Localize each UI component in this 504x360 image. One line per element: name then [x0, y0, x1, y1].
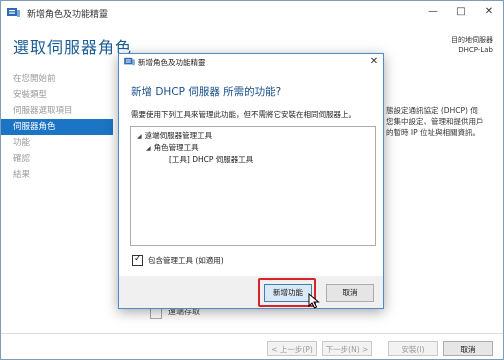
server-manager-icon	[124, 57, 135, 66]
nav-item-installation-type[interactable]: 安裝類型	[1, 87, 113, 103]
maximize-button[interactable]: □	[447, 1, 475, 23]
wizard-nav: 在您開始前 安裝類型 伺服器選取項目 伺服器角色 功能 確認 結果	[1, 71, 113, 183]
dialog-title: 新增角色及功能精靈	[138, 58, 206, 67]
feature-tree: ◢ 遠端伺服器管理工具 ◢ 角色管理工具 [工具] DHCP 伺服器工具	[130, 126, 376, 246]
cancel-button[interactable]: 取消	[443, 341, 493, 356]
tree-item[interactable]: ◢ 遠端伺服器管理工具	[137, 130, 212, 141]
nav-item-server-selection[interactable]: 伺服器選取項目	[1, 103, 113, 119]
collapse-triangle-icon[interactable]: ◢	[137, 133, 142, 140]
destination-server: 目的地伺服器 DHCP-Lab	[451, 35, 493, 55]
dialog-title-bar: 新增角色及功能精靈 ✕	[119, 54, 383, 70]
footer-divider	[1, 333, 503, 334]
page-title: 選取伺服器角色	[13, 38, 133, 57]
include-tools-checkbox[interactable]: ✓	[132, 254, 143, 266]
nav-item-results[interactable]: 結果	[1, 167, 113, 183]
nav-item-before-you-begin[interactable]: 在您開始前	[1, 71, 113, 87]
dialog-heading: 新增 DHCP 伺服器 所需的功能?	[131, 86, 282, 98]
dialog-body: 新增 DHCP 伺服器 所需的功能? 需要使用下列工具來管理此功能，但不需將它安…	[119, 70, 383, 309]
window-title: 新增角色及功能精靈	[27, 10, 109, 20]
nav-item-confirmation[interactable]: 確認	[1, 151, 113, 167]
title-bar: 新增角色及功能精靈 — □ ✕	[1, 1, 503, 25]
server-manager-icon	[7, 8, 20, 17]
dialog-close-button[interactable]: ✕	[367, 55, 381, 69]
add-features-button[interactable]: 新增功能	[264, 284, 312, 302]
add-features-dialog: 新增角色及功能精靈 ✕ 新增 DHCP 伺服器 所需的功能? 需要使用下列工具來…	[118, 53, 384, 309]
tree-item[interactable]: ◢ 角色管理工具	[146, 142, 199, 153]
next-button[interactable]: 下一步(N) >	[322, 341, 372, 356]
close-button[interactable]: ✕	[475, 1, 503, 23]
dialog-footer: 新增功能 取消	[119, 276, 383, 309]
role-description: 態設定通訊協定 (DHCP) 伺 您集中設定、管理和提供用戶 的暫時 IP 位址…	[386, 106, 484, 137]
install-button[interactable]: 安裝(I)	[388, 341, 438, 356]
include-tools-label: 包含管理工具 (如適用)	[148, 256, 224, 265]
collapse-triangle-icon[interactable]: ◢	[146, 145, 151, 152]
minimize-button[interactable]: —	[419, 1, 447, 23]
nav-item-features[interactable]: 功能	[1, 135, 113, 151]
tree-item: [工具] DHCP 伺服器工具	[169, 155, 254, 164]
mouse-pointer-icon	[308, 293, 320, 309]
destination-server-name: DHCP-Lab	[458, 46, 493, 54]
destination-label: 目的地伺服器	[451, 36, 493, 44]
dialog-cancel-button[interactable]: 取消	[326, 284, 374, 302]
nav-item-server-roles[interactable]: 伺服器角色	[1, 119, 113, 135]
previous-button[interactable]: < 上一步(P)	[267, 341, 317, 356]
dialog-description: 需要使用下列工具來管理此功能，但不需將它安裝在相同伺服器上。	[131, 110, 356, 119]
checkmark-icon: ✓	[134, 254, 142, 264]
